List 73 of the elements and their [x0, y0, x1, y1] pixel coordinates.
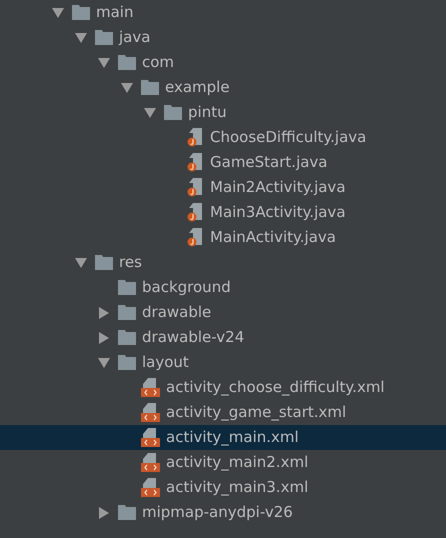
item-name: ChooseDifficulty.java — [210, 127, 366, 148]
xml-file-icon — [141, 403, 160, 422]
tree-row[interactable]: drawable — [0, 300, 446, 325]
folder-icon — [95, 30, 113, 45]
tree-row[interactable]: main — [0, 0, 446, 25]
expanded-arrow-icon[interactable] — [98, 356, 110, 368]
java-file-icon — [187, 228, 204, 247]
tree-row[interactable]: activity_main3.xml — [0, 475, 446, 500]
java-file-icon — [187, 128, 204, 147]
tree-row[interactable]: com — [0, 50, 446, 75]
xml-file-icon — [141, 478, 160, 497]
folder-icon — [118, 505, 136, 520]
item-name: GameStart.java — [210, 152, 328, 174]
folder-icon — [118, 330, 136, 345]
item-name: java — [119, 27, 150, 48]
item-name: drawable — [142, 302, 212, 324]
tree-row[interactable]: activity_main2.xml — [0, 450, 446, 475]
item-name: layout — [142, 352, 189, 374]
folder-icon — [95, 255, 113, 270]
tree-row[interactable]: java — [0, 25, 446, 50]
expanded-arrow-icon[interactable] — [121, 82, 133, 94]
xml-file-icon — [141, 453, 160, 472]
tree-row[interactable]: activity_choose_difficulty.xml — [0, 375, 446, 400]
java-file-icon — [187, 203, 204, 222]
tree-row[interactable]: pintu — [0, 100, 446, 125]
tree-row[interactable]: example — [0, 75, 446, 100]
xml-file-icon — [141, 428, 160, 447]
tree-row[interactable]: activity_main.xml — [0, 425, 446, 450]
expanded-arrow-icon[interactable] — [52, 6, 64, 18]
xml-file-icon — [141, 378, 160, 397]
item-name: activity_main2.xml — [166, 452, 308, 474]
item-name: com — [142, 52, 174, 74]
folder-icon — [72, 5, 90, 20]
folder-icon — [118, 305, 136, 320]
item-name: activity_main.xml — [166, 427, 299, 448]
folder-icon — [118, 280, 136, 295]
java-file-icon — [187, 178, 204, 197]
expanded-arrow-icon[interactable] — [98, 56, 110, 68]
item-name: activity_main3.xml — [166, 477, 308, 498]
expanded-arrow-icon[interactable] — [75, 256, 87, 268]
folder-icon — [141, 80, 159, 95]
item-name: background — [142, 277, 231, 298]
item-name: Main2Activity.java — [210, 177, 346, 198]
item-name: activity_choose_difficulty.xml — [166, 377, 385, 398]
item-name: pintu — [188, 102, 227, 124]
collapsed-arrow-icon[interactable] — [98, 332, 110, 344]
tree-row[interactable]: background — [0, 275, 446, 300]
collapsed-arrow-icon[interactable] — [98, 306, 110, 318]
folder-icon — [118, 55, 136, 70]
tree-row[interactable]: ChooseDifficulty.java — [0, 125, 446, 150]
collapsed-arrow-icon[interactable] — [98, 506, 110, 518]
item-name: Main3Activity.java — [210, 202, 346, 224]
tree-row[interactable]: layout — [0, 350, 446, 375]
tree-row[interactable]: GameStart.java — [0, 150, 446, 175]
tree-row[interactable]: res — [0, 250, 446, 275]
java-file-icon — [187, 153, 204, 172]
tree-row[interactable]: Main2Activity.java — [0, 175, 446, 200]
tree-row[interactable]: MainActivity.java — [0, 225, 446, 250]
item-name: main — [96, 2, 134, 24]
expanded-arrow-icon[interactable] — [75, 32, 87, 44]
tree-row[interactable]: Main3Activity.java — [0, 200, 446, 225]
item-name: example — [165, 77, 230, 98]
tree-row[interactable]: drawable-v24 — [0, 325, 446, 350]
expanded-arrow-icon[interactable] — [144, 106, 156, 118]
folder-icon — [118, 355, 136, 370]
item-name: MainActivity.java — [210, 227, 336, 248]
folder-icon — [164, 105, 182, 120]
item-name: activity_game_start.xml — [166, 402, 346, 424]
tree-row[interactable]: activity_game_start.xml — [0, 400, 446, 425]
item-name: mipmap-anydpi-v26 — [142, 502, 293, 524]
item-name: drawable-v24 — [142, 327, 244, 348]
tree-row[interactable]: mipmap-anydpi-v26 — [0, 500, 446, 525]
item-name: res — [119, 252, 142, 274]
